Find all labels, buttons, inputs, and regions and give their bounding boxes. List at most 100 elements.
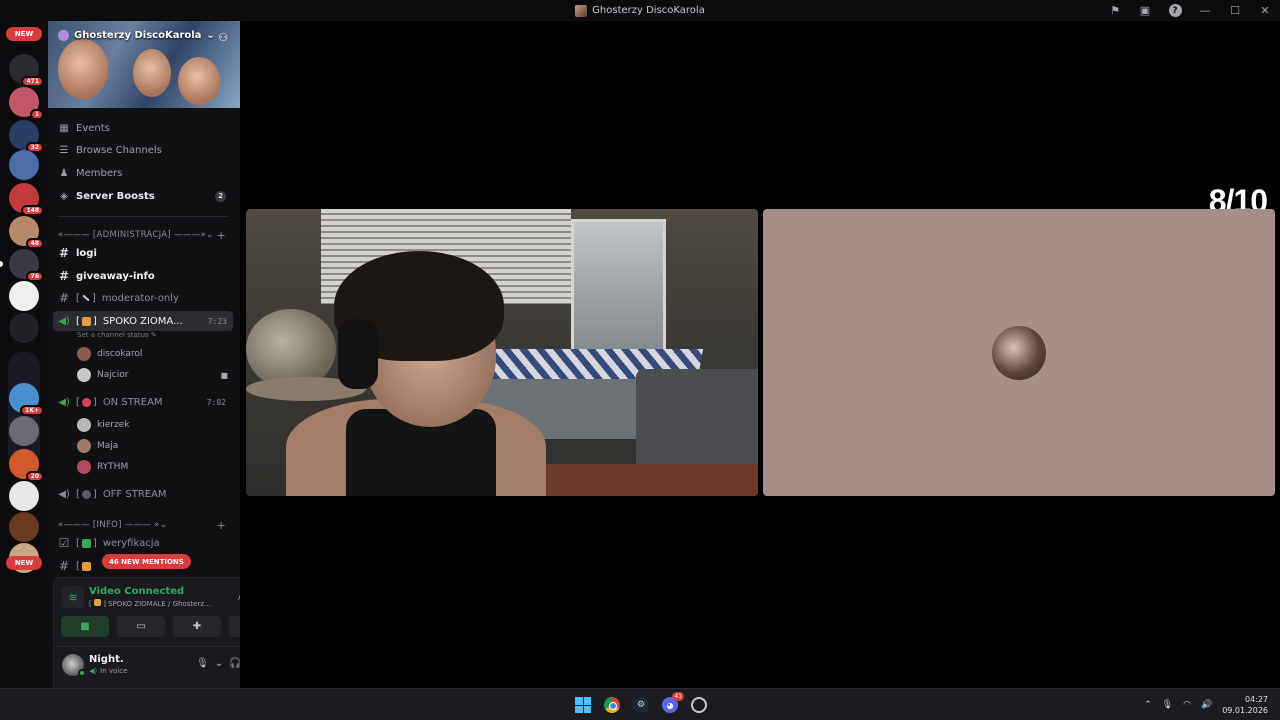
voice-channel-spoko-ziomale[interactable]: ◀) [ ] SPOKO ZIOMA... 7:23: [53, 311, 233, 331]
server-icon[interactable]: 1K+: [9, 383, 44, 416]
clock-time: 04:27: [1244, 695, 1268, 704]
voice-channel-path[interactable]: [ ] SPOKO ZIOMALE / Ghosterz...: [89, 599, 211, 608]
invite-people-icon[interactable]: ⚇: [218, 31, 228, 44]
voice-user-name: Maja: [97, 441, 119, 451]
bracket-emoji: [ ]: [76, 488, 97, 500]
bracket-emoji: [ ]: [76, 537, 97, 549]
menu-server-boosts[interactable]: ◈ Server Boosts 2: [58, 186, 238, 206]
discord-badge: 41: [672, 692, 684, 701]
add-channel-icon[interactable]: +: [216, 519, 226, 532]
menu-label: Events: [76, 122, 110, 134]
video-tile-camera[interactable]: [246, 209, 758, 496]
server-icon[interactable]: [9, 481, 39, 511]
server-icon[interactable]: 32: [9, 120, 44, 153]
avatar: [77, 460, 91, 474]
menu-members[interactable]: ♟ Members: [58, 163, 238, 183]
channel-giveaway-info[interactable]: # giveaway-info: [58, 266, 232, 286]
chevron-up-icon[interactable]: ⌃: [1144, 700, 1152, 710]
maximize-button[interactable]: ☐: [1220, 0, 1250, 21]
new-pill-bottom[interactable]: NEW: [6, 556, 42, 570]
voice-user-name: Najcior: [97, 370, 129, 380]
hash-icon: #: [58, 559, 70, 573]
steam-app[interactable]: ⚙: [631, 695, 651, 715]
wifi-icon[interactable]: ◠: [1183, 700, 1191, 710]
voice-subtitle: SPOKO ZIOMALE / Ghosterz...: [108, 600, 211, 608]
channel-label: OFF STREAM: [102, 488, 167, 500]
category-info[interactable]: «——— [INFO] ——— » ⌄ +: [58, 518, 238, 532]
channel-moderator-only[interactable]: # [ ] moderator-only: [58, 288, 232, 308]
server-icon[interactable]: 1: [9, 87, 44, 120]
voice-user[interactable]: RYTHM: [77, 458, 128, 476]
server-banner[interactable]: Ghosterzy DiscoKarola ⌄ ⚇: [48, 21, 240, 108]
video-tile-avatar[interactable]: [763, 209, 1275, 496]
server-icon[interactable]: 20: [9, 449, 44, 482]
mention-badge: 1: [29, 109, 44, 120]
close-button[interactable]: ✕: [1250, 0, 1280, 21]
camera-button[interactable]: ■: [61, 616, 109, 637]
server-icon[interactable]: [9, 150, 39, 180]
discord-app[interactable]: ◕ 41: [660, 692, 684, 715]
set-channel-status[interactable]: Set a channel status ✎: [77, 331, 157, 339]
volume-icon[interactable]: 🔊: [1201, 700, 1212, 710]
server-icon[interactable]: 76: [9, 249, 44, 282]
mention-badge: 20: [25, 471, 44, 482]
mention-badge: 1K+: [20, 405, 44, 416]
username[interactable]: Night.: [89, 654, 124, 665]
bracket-emoji: [ ]: [76, 315, 97, 327]
channel-logi[interactable]: # logi: [58, 243, 232, 263]
screen-share-button[interactable]: ▭: [117, 616, 165, 637]
server-icon[interactable]: [9, 416, 39, 446]
category-administracja[interactable]: «——— [ADMINISTRACJA] ———» ⌄ +: [58, 228, 238, 242]
banner-face: [133, 49, 171, 97]
minimize-button[interactable]: —: [1190, 0, 1220, 21]
add-channel-icon[interactable]: +: [216, 229, 226, 242]
chrome-app[interactable]: [602, 695, 622, 715]
hash-icon: #: [58, 269, 70, 283]
microphone-icon[interactable]: 🎙: [196, 658, 209, 669]
voice-user[interactable]: discokarol: [77, 345, 142, 363]
members-icon: ♟: [59, 167, 69, 179]
server-icon[interactable]: 471: [9, 54, 44, 87]
check-emoji-icon: [81, 538, 91, 548]
chevron-down-icon: ⌄: [205, 230, 214, 240]
voice-channel-on-stream[interactable]: ◀) [ ] ON STREAM 7:02: [58, 392, 232, 412]
menu-label: Members: [76, 167, 123, 179]
voice-channel-off-stream[interactable]: ◀) [ ] OFF STREAM: [58, 484, 232, 504]
voice-user-name: kierzek: [97, 420, 130, 430]
clock[interactable]: 04:27 09.01.2026: [1222, 694, 1268, 716]
user-status: ◀) In voice: [89, 667, 128, 675]
voice-user[interactable]: Maja: [77, 437, 118, 455]
menu-label: Browse Channels: [76, 144, 162, 156]
activities-button[interactable]: ✚: [173, 616, 221, 637]
category-label: «——— [INFO] ——— »: [58, 520, 160, 530]
server-icon[interactable]: [9, 512, 39, 542]
menu-events[interactable]: ▦ Events: [58, 118, 238, 138]
server-icon[interactable]: 148: [9, 183, 44, 216]
inbox-icon[interactable]: ▣: [1130, 0, 1160, 21]
server-icon[interactable]: [9, 313, 39, 343]
category-label: «——— [ADMINISTRACJA] ———»: [58, 230, 206, 240]
status-text: In voice: [100, 667, 128, 675]
menu-browse-channels[interactable]: ☰ Browse Channels: [58, 140, 238, 160]
new-mentions-pill[interactable]: 46 NEW MENTIONS: [102, 554, 191, 569]
banner-face: [58, 39, 108, 99]
server-icon[interactable]: 48: [9, 216, 44, 249]
server-name-dropdown[interactable]: Ghosterzy DiscoKarola ⌄: [58, 30, 215, 41]
channel-timer: 7:02: [206, 397, 226, 407]
browse-icon: ☰: [59, 144, 69, 156]
mention-badge: 471: [21, 76, 44, 87]
chevron-down-icon[interactable]: ⌄: [215, 658, 223, 669]
voice-user[interactable]: Najcior: [77, 366, 128, 384]
flag-icon[interactable]: ⚑: [1100, 0, 1130, 21]
new-pill-top[interactable]: NEW: [6, 27, 42, 41]
microphone-tray-icon[interactable]: 🎙: [1162, 700, 1173, 710]
clock-date: 09.01.2026: [1222, 706, 1268, 715]
other-app[interactable]: [689, 695, 709, 715]
channel-weryfikacja[interactable]: ☑ [ ] weryfikacja: [58, 533, 232, 553]
start-button[interactable]: [573, 695, 593, 715]
signal-icon[interactable]: ≋: [62, 586, 84, 608]
help-icon[interactable]: ?: [1160, 0, 1190, 21]
voice-status-title[interactable]: Video Connected: [89, 586, 184, 597]
voice-user[interactable]: kierzek: [77, 416, 129, 434]
server-icon[interactable]: [9, 281, 39, 311]
